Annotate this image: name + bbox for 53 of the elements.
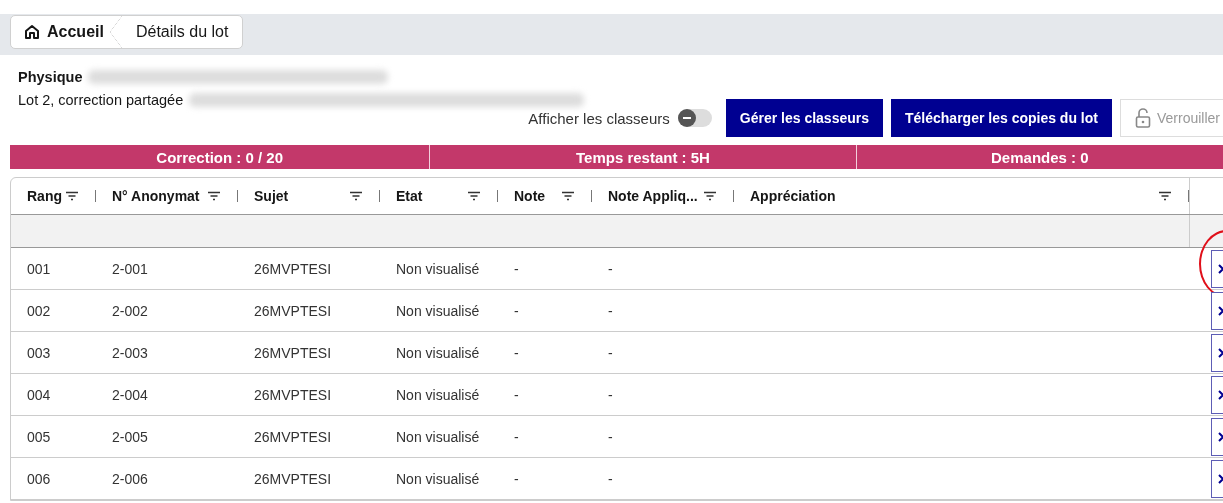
table-cell: - [608, 428, 613, 445]
table-cell: 26MVPTESI [254, 344, 332, 361]
column-header[interactable]: Sujet [254, 188, 289, 204]
table-cell: 26MVPTESI [254, 260, 332, 277]
table-cell: - [514, 428, 519, 445]
table-cell: 2-004 [112, 386, 148, 403]
lot-title: Lot 2, correction partagée [18, 91, 184, 108]
table-cell: Non visualisé [396, 386, 480, 403]
column-header[interactable]: Etat [396, 188, 423, 204]
table-cell: 2-002 [112, 302, 148, 319]
status-cell: Correction : 0 / 20 [10, 145, 431, 169]
table-cell: 002 [27, 302, 51, 319]
table-cell: 2-001 [112, 260, 148, 277]
table-cell: 004 [27, 386, 51, 403]
action-button[interactable]: Télécharger les copies du lot [891, 99, 1112, 137]
table-cell: - [608, 302, 613, 319]
column-header[interactable]: Note Appliq... [608, 188, 698, 204]
table-cell: - [608, 386, 613, 403]
status-cell: Temps restant : 5H [430, 145, 857, 169]
table-cell: Non visualisé [396, 344, 480, 361]
table-cell: Non visualisé [396, 428, 480, 445]
breadcrumb-link[interactable]: Détails du lot [135, 23, 229, 41]
table-cell: 005 [27, 428, 51, 445]
table-cell: Non visualisé [396, 260, 480, 277]
table-cell: Non visualisé [396, 470, 480, 487]
column-header[interactable]: Appréciation [750, 188, 836, 204]
table-cell: 26MVPTESI [254, 302, 332, 319]
action-button[interactable]: Gérer les classeurs [725, 99, 883, 137]
table-cell: 2-005 [112, 428, 148, 445]
breadcrumb-link[interactable]: Accueil [23, 23, 104, 41]
table-cell: - [514, 302, 519, 319]
table-cell: - [514, 386, 519, 403]
table-cell: - [608, 260, 613, 277]
table-cell: - [514, 470, 519, 487]
table-cell: 2-006 [112, 470, 148, 487]
table-cell: 2-003 [112, 344, 148, 361]
table-cell: - [514, 260, 519, 277]
toggle-label: Afficher les classeurs [528, 109, 670, 127]
table-cell: 001 [27, 260, 51, 277]
table-cell: 006 [27, 470, 51, 487]
column-header[interactable]: N° Anonymat [112, 188, 200, 204]
table-cell: - [514, 344, 519, 361]
column-header[interactable]: Note [514, 188, 546, 204]
status-cell-text: Demandes : 0 [990, 147, 1090, 168]
table-cell: 26MVPTESI [254, 428, 332, 445]
table-cell: Non visualisé [396, 302, 480, 319]
table-cell: - [608, 470, 613, 487]
subject-title: Physique [18, 68, 83, 85]
table-cell: 003 [27, 344, 51, 361]
table-cell: - [608, 344, 613, 361]
table-cell: 26MVPTESI [254, 386, 332, 403]
table-cell: 26MVPTESI [254, 470, 332, 487]
column-header[interactable]: Rang [27, 188, 62, 204]
